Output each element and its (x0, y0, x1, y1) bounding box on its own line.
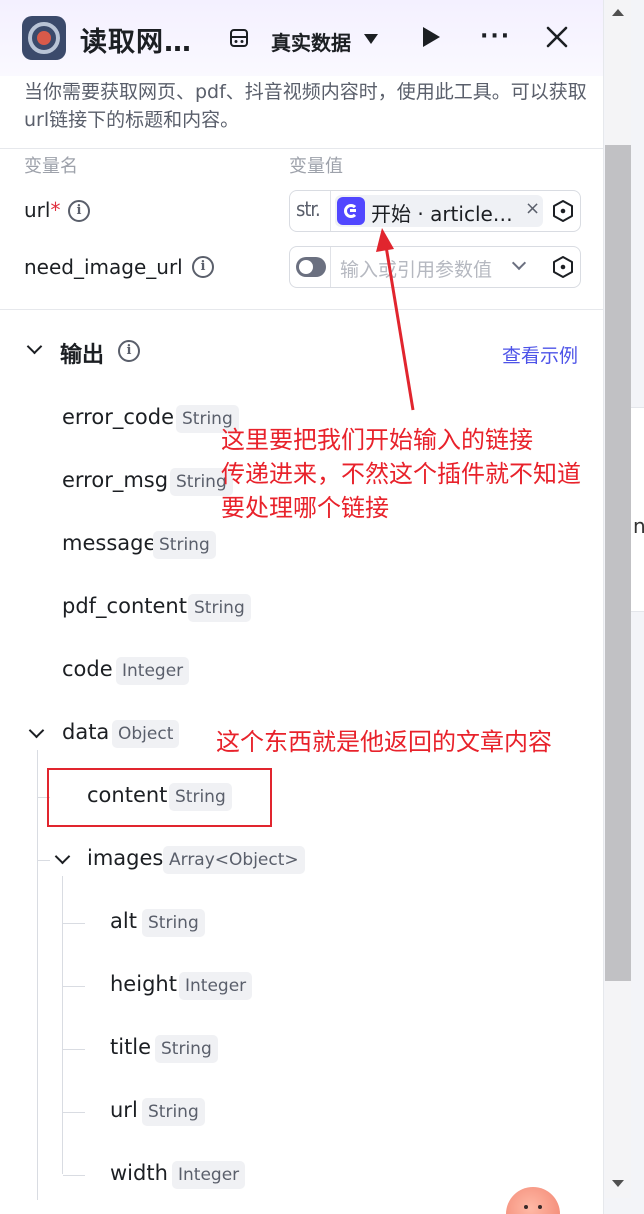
variable-reference-icon[interactable] (551, 255, 575, 279)
info-icon[interactable]: i (68, 200, 90, 222)
divider (0, 148, 603, 149)
column-header-value: 变量值 (289, 156, 343, 177)
type-indicator: str. (296, 197, 321, 221)
output-field-name: url (110, 1098, 138, 1122)
tree-guide-line (63, 923, 85, 924)
output-field-name: code (62, 657, 113, 681)
output-section-title[interactable]: 输出 (60, 337, 104, 369)
annotation-note: 要处理哪个链接 (221, 494, 389, 522)
scroll-down-icon[interactable] (612, 1180, 624, 1187)
type-tag: Object (112, 720, 180, 748)
start-node-icon (337, 197, 365, 225)
plugin-description: 当你需要获取网页、pdf、抖音视频内容时，使用此工具。可以获取url链接下的标题… (24, 81, 587, 131)
output-field-name: message (62, 531, 157, 555)
more-icon[interactable]: ··· (480, 24, 511, 49)
canvas-node-text: ni (633, 514, 644, 538)
tree-guide-line (62, 876, 63, 1174)
type-tag: Integer (172, 1161, 246, 1189)
scroll-up-icon[interactable] (612, 9, 624, 16)
info-icon[interactable]: i (192, 256, 214, 278)
output-field-name: title (110, 1035, 152, 1059)
type-tag: String (153, 531, 216, 559)
plugin-logo (22, 16, 66, 60)
type-tag: String (188, 594, 251, 622)
database-icon[interactable] (229, 28, 249, 48)
divider (0, 309, 603, 310)
tree-guide-line (63, 986, 85, 987)
close-icon[interactable] (544, 24, 570, 50)
divider (330, 191, 331, 231)
annotation-highlight-box (47, 768, 272, 827)
panel-header: 读取网… 真实数据 ··· (0, 0, 603, 76)
output-field-name: images (87, 846, 164, 870)
tree-guide-line (63, 1049, 85, 1050)
collapse-chevron-icon[interactable] (54, 848, 71, 865)
type-tag: String (155, 1035, 218, 1063)
chevron-down-icon[interactable] (511, 255, 527, 271)
variable-reference-icon[interactable] (551, 199, 575, 223)
annotation-note: 这里要把我们开始输入的链接 (221, 426, 533, 454)
variable-reference-chip[interactable]: 开始 · article… × (335, 195, 543, 227)
collapse-chevron-icon[interactable] (26, 338, 43, 355)
output-field-name: width (110, 1161, 168, 1185)
tree-guide-line (63, 1175, 85, 1176)
reference-label: 开始 · article… (371, 202, 513, 226)
tree-guide-line (37, 750, 38, 1200)
scrollbar-thumb[interactable] (605, 145, 631, 981)
boolean-toggle[interactable] (296, 257, 326, 277)
run-button[interactable] (423, 27, 440, 47)
input-name-url: url* (24, 198, 61, 222)
plugin-node-panel: 读取网… 真实数据 ··· 当你需要获取网页、pdf、抖音视频内容时，使用此工具… (0, 0, 604, 1214)
output-field-name: error_code (62, 405, 174, 429)
annotation-note: 这个东西就是他返回的文章内容 (216, 728, 552, 756)
type-tag: Integer (116, 657, 190, 685)
annotation-arrow (376, 228, 415, 411)
panel-title[interactable]: 读取网… (80, 20, 192, 59)
output-field-name: error_msg (62, 468, 169, 492)
view-example-link[interactable]: 查看示例 (502, 341, 578, 368)
info-icon[interactable]: i (118, 340, 140, 362)
chevron-down-icon[interactable] (364, 34, 378, 44)
type-tag: String (142, 1098, 205, 1126)
output-field-name: pdf_content (62, 594, 187, 618)
divider (330, 247, 331, 287)
column-header-name: 变量名 (24, 156, 78, 177)
need-image-url-value-field[interactable]: 输入或引用参数值 (289, 246, 581, 288)
annotation-note: 传递进来，不然这个插件就不知道 (221, 460, 581, 488)
type-tag: String (142, 909, 205, 937)
collapse-chevron-icon[interactable] (28, 722, 45, 739)
tree-guide-line (38, 860, 50, 861)
type-tag: Integer (179, 972, 253, 1000)
type-tag: Array<Object> (163, 846, 305, 874)
output-field-name: alt (110, 909, 137, 933)
output-field-name: height (110, 972, 177, 996)
clear-reference-icon[interactable]: × (525, 198, 540, 219)
tree-guide-line (63, 1112, 85, 1113)
output-field-name: data (62, 720, 110, 744)
data-source-select[interactable]: 真实数据 (271, 27, 351, 56)
url-value-field[interactable]: str. 开始 · article… × (289, 190, 581, 232)
input-name-need-image-url: need_image_url (24, 255, 183, 279)
